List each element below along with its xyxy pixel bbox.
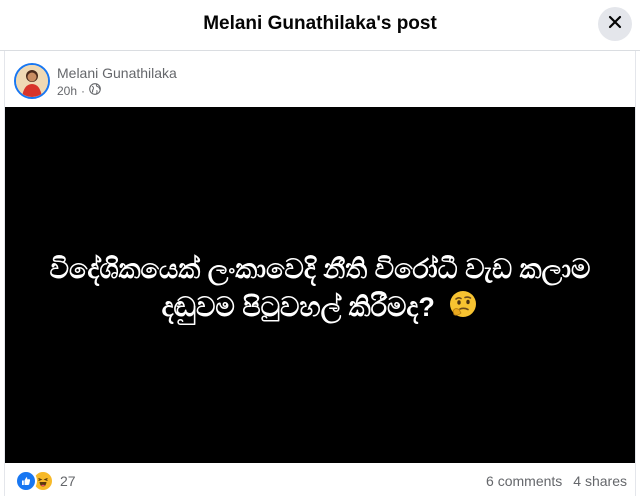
globe-icon — [89, 83, 101, 98]
meta-separator: · — [81, 83, 86, 98]
shares-count-link[interactable]: 4 shares — [573, 473, 627, 489]
post-dialog: Melani Gunathilaka's post Melani Gunathi… — [0, 0, 640, 496]
dialog-header: Melani Gunathilaka's post — [0, 0, 640, 51]
comments-count-link[interactable]: 6 comments — [486, 473, 562, 489]
post-text-body: විදේශිකයෙක් ලංකාවෙදි නීති විරෝධී වැඩ කලා… — [49, 254, 591, 322]
like-icon — [15, 470, 37, 492]
post-text-image[interactable]: විදේශිකයෙක් ලංකාවෙදි නීති විරෝධී වැඩ කලා… — [5, 107, 635, 463]
reactions-summary[interactable]: 27 — [15, 470, 76, 492]
reaction-count: 27 — [60, 473, 76, 489]
thinking-face-emoji — [448, 289, 478, 329]
close-button[interactable] — [598, 7, 632, 41]
post-card: Melani Gunathilaka 20h · විදේශිකයෙක් ලංක… — [4, 51, 636, 496]
post-author-row: Melani Gunathilaka 20h · — [5, 51, 635, 106]
post-footer: 27 6 comments 4 shares — [5, 463, 635, 496]
engagement-stats: 6 comments 4 shares — [486, 473, 627, 489]
author-name[interactable]: Melani Gunathilaka — [57, 65, 177, 81]
close-icon — [608, 15, 622, 34]
dialog-title: Melani Gunathilaka's post — [203, 13, 437, 34]
post-time[interactable]: 20h — [57, 84, 77, 98]
post-meta: 20h · — [57, 83, 101, 98]
avatar[interactable] — [14, 63, 50, 99]
post-text: විදේශිකයෙක් ලංකාවෙදි නීති විරෝධී වැඩ කලා… — [25, 250, 615, 329]
